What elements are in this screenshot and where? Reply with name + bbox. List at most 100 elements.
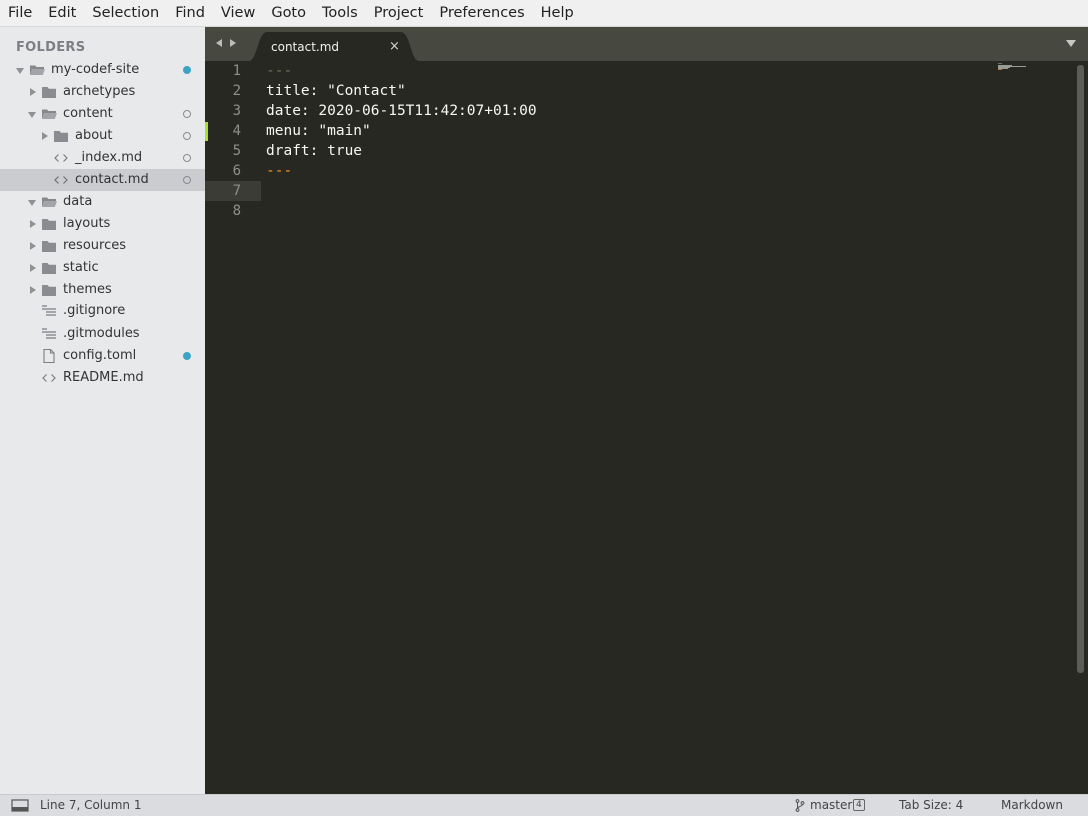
folder-icon — [42, 241, 56, 252]
menu-preferences[interactable]: Preferences — [431, 0, 532, 27]
folder-open-icon — [30, 65, 45, 75]
folder-icon — [42, 285, 56, 296]
code-file-icon — [54, 154, 68, 162]
code-file-icon — [42, 374, 56, 382]
status-bar: Line 7, Column 1 master 4 Tab Size: 4 Ma… — [0, 794, 1088, 816]
panel-toggle-icon[interactable] — [11, 799, 29, 812]
tree-item-label: .gitignore — [63, 303, 126, 318]
folder-icon — [42, 219, 56, 230]
folder-open-icon — [42, 109, 57, 119]
menu-goto[interactable]: Goto — [263, 0, 314, 27]
cursor-position: Line 7, Column 1 — [40, 798, 142, 812]
tab-label: contact.md — [271, 40, 340, 54]
line-number: 1 — [232, 63, 241, 79]
menu-help[interactable]: Help — [533, 0, 582, 27]
code-file-icon — [54, 176, 68, 184]
tree-item-my-codef-site[interactable]: my-codef-site — [0, 59, 205, 81]
tree-item-label: _index.md — [75, 150, 143, 165]
modified-dot — [183, 66, 191, 74]
tree-item-resources[interactable]: resources — [0, 235, 205, 257]
line-number: 5 — [232, 143, 241, 159]
code-line-2: title: "Contact" — [266, 83, 406, 99]
folder-open-icon — [42, 197, 57, 207]
menu-edit[interactable]: Edit — [40, 0, 84, 27]
tree-item-label: config.toml — [63, 348, 137, 363]
tab-scroll-right-icon[interactable] — [230, 39, 236, 47]
line-number: 4 — [232, 123, 241, 139]
text-lines-icon — [42, 328, 56, 339]
untracked-dot — [183, 176, 191, 184]
menu-project[interactable]: Project — [366, 0, 432, 27]
editor-pane[interactable]: 1 2 3 4 5 6 7 8 --- title: "Contact" dat… — [205, 61, 1088, 794]
menu-file[interactable]: File — [0, 0, 40, 27]
line-number: 2 — [232, 83, 241, 99]
tree-item-gitmodules[interactable]: .gitmodules — [0, 323, 205, 345]
disclosure-right-icon[interactable] — [27, 279, 39, 301]
syntax-selector[interactable]: Markdown — [1001, 795, 1063, 816]
disclosure-down-icon[interactable] — [27, 191, 39, 213]
folder-icon — [42, 263, 56, 274]
tree-item-label: .gitmodules — [63, 326, 140, 341]
tree-item-static[interactable]: static — [0, 257, 205, 279]
folders-heading: FOLDERS — [16, 40, 86, 55]
tab-scroll-left-icon[interactable] — [216, 39, 222, 47]
tree-item-label: README.md — [63, 370, 144, 385]
disclosure-right-icon[interactable] — [39, 125, 51, 147]
folder-icon — [42, 87, 56, 98]
menu-tools[interactable]: Tools — [314, 0, 366, 27]
blank-file-icon — [43, 348, 55, 364]
menu-selection[interactable]: Selection — [84, 0, 167, 27]
disclosure-right-icon[interactable] — [27, 257, 39, 279]
disclosure-down-icon[interactable] — [27, 103, 39, 125]
code-line-5: draft: true — [266, 143, 363, 159]
line-number: 6 — [232, 163, 241, 179]
tree-item-content[interactable]: content — [0, 103, 205, 125]
line-number: 3 — [232, 103, 241, 119]
tree-item-about[interactable]: about — [0, 125, 205, 147]
menu-find[interactable]: Find — [167, 0, 213, 27]
disclosure-right-icon[interactable] — [27, 213, 39, 235]
tree-item-label: resources — [63, 238, 127, 253]
tree-item-label: content — [63, 106, 113, 121]
tree-item-data[interactable]: data — [0, 191, 205, 213]
menu-view[interactable]: View — [213, 0, 263, 27]
tree-item-gitignore[interactable]: .gitignore — [0, 300, 205, 322]
tab-list-dropdown-icon[interactable] — [1066, 40, 1076, 47]
tree-item-label: contact.md — [75, 172, 149, 187]
tree-item-label: layouts — [63, 216, 111, 231]
folder-icon — [54, 131, 68, 142]
disclosure-right-icon[interactable] — [27, 81, 39, 103]
text-lines-icon — [42, 305, 56, 316]
minimap[interactable] — [998, 63, 1030, 75]
untracked-dot — [183, 132, 191, 140]
sidebar: FOLDERS my-codef-site archetypes content… — [0, 27, 205, 794]
vertical-scrollbar[interactable] — [1077, 65, 1084, 673]
tree-item-config-toml[interactable]: config.toml — [0, 345, 205, 367]
git-branch[interactable]: master — [810, 795, 852, 816]
untracked-dot — [183, 154, 191, 162]
tree-item-contact-md[interactable]: contact.md — [0, 169, 205, 191]
menu-bar: File Edit Selection Find View Goto Tools… — [0, 0, 1088, 27]
tree-item-themes[interactable]: themes — [0, 279, 205, 301]
tree-item-layouts[interactable]: layouts — [0, 213, 205, 235]
tree-item-label: data — [63, 194, 93, 209]
modified-dot — [183, 352, 191, 360]
tree-item-readme-md[interactable]: README.md — [0, 367, 205, 389]
tab-size-selector[interactable]: Tab Size: 4 — [899, 795, 963, 816]
code-line-6: --- — [266, 163, 293, 179]
code-line-3: date: 2020-06-15T11:42:07+01:00 — [266, 103, 537, 119]
disclosure-down-icon[interactable] — [15, 59, 27, 81]
tab-contact-md[interactable]: contact.md × — [249, 32, 419, 61]
untracked-dot — [183, 110, 191, 118]
close-icon[interactable]: × — [389, 32, 400, 62]
tree-item-label: archetypes — [63, 84, 136, 99]
tree-item-label: about — [75, 128, 113, 143]
line-number: 8 — [232, 203, 241, 219]
code-line-1: --- — [266, 63, 293, 79]
tree-item-archetypes[interactable]: archetypes — [0, 81, 205, 103]
git-branch-icon — [795, 799, 805, 812]
tree-item-index-md[interactable]: _index.md — [0, 147, 205, 169]
disclosure-right-icon[interactable] — [27, 235, 39, 257]
tree-item-label: themes — [63, 282, 112, 297]
tree-item-label: static — [63, 260, 99, 275]
